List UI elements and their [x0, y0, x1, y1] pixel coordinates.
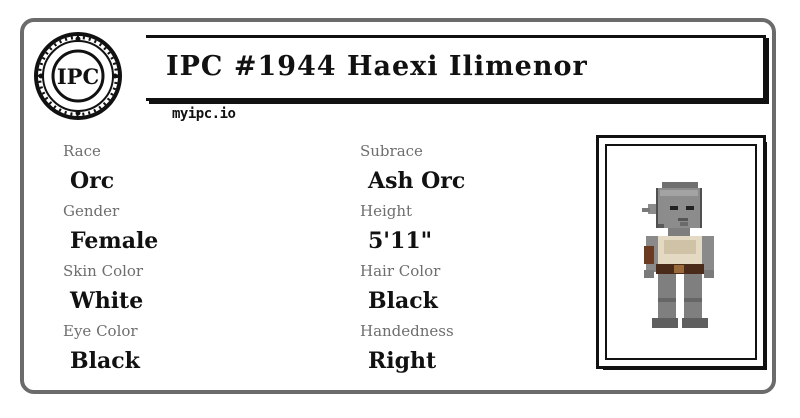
ipc-badge-icon: IPC: [34, 32, 122, 120]
hair-color-label: Hair Color: [360, 262, 441, 280]
handedness-label: Handedness: [360, 322, 454, 340]
height-label: Height: [360, 202, 413, 220]
handedness-value: Right: [368, 348, 437, 374]
race-label: Race: [63, 142, 101, 160]
height-value: 5'11": [368, 228, 433, 254]
portrait-frame: [596, 135, 767, 370]
subrace-label: Subrace: [360, 142, 423, 160]
gender-label: Gender: [63, 202, 120, 220]
eye-color-value: Black: [70, 348, 140, 374]
logo-text: IPC: [57, 64, 99, 89]
race-value: Orc: [70, 168, 115, 194]
orc-character-sprite-icon: [642, 182, 714, 328]
page-title: IPC #1944 Haexi Ilimenor: [166, 51, 588, 82]
skin-color-value: White: [70, 288, 144, 314]
title-box: IPC #1944 Haexi Ilimenor: [146, 35, 766, 101]
gender-value: Female: [70, 228, 159, 254]
site-link[interactable]: myipc.io: [172, 106, 236, 122]
skin-color-label: Skin Color: [63, 262, 144, 280]
subrace-value: Ash Orc: [368, 168, 466, 194]
hair-color-value: Black: [368, 288, 438, 314]
eye-color-label: Eye Color: [63, 322, 138, 340]
